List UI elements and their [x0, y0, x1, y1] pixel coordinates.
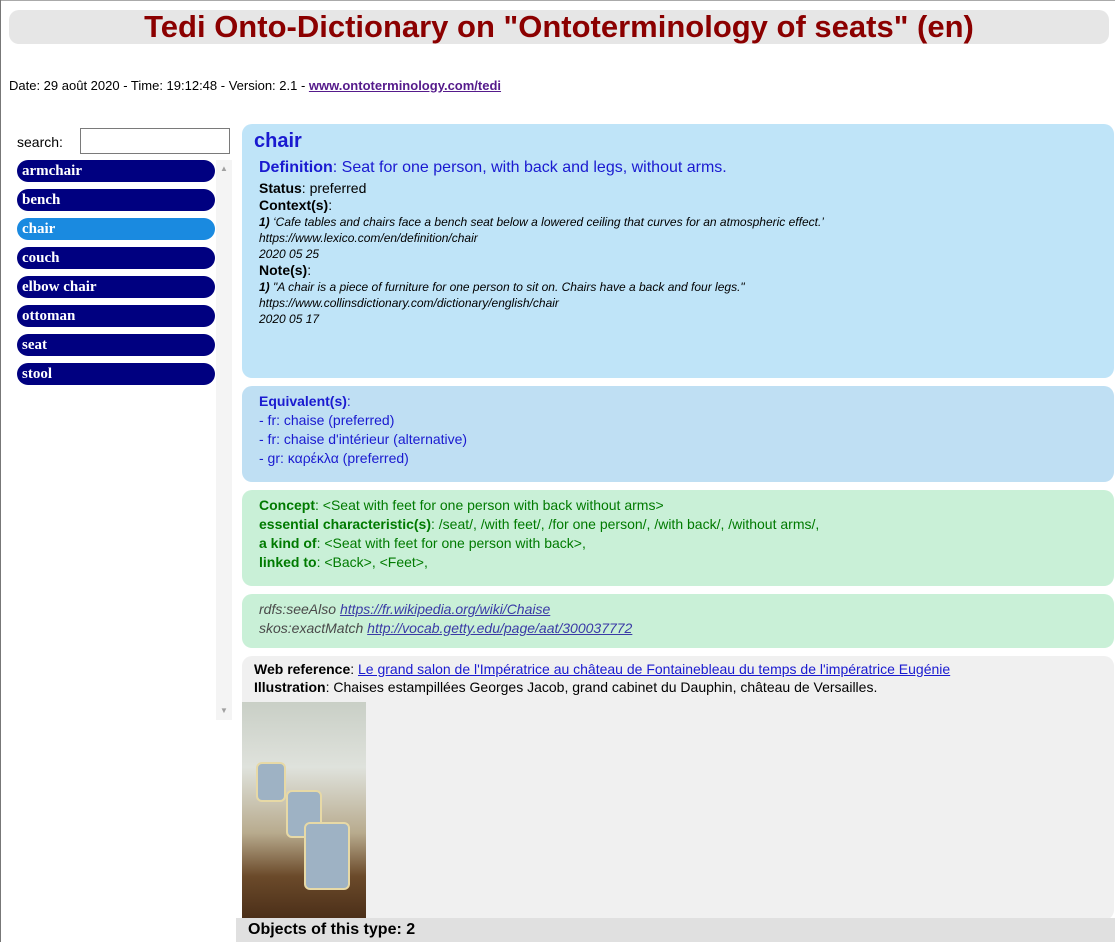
context-source: https://www.lexico.com/en/definition/cha…: [259, 231, 478, 245]
scroll-down-icon[interactable]: ▼: [220, 706, 228, 716]
search-input[interactable]: [80, 128, 230, 154]
term-heading: chair: [254, 130, 302, 152]
linked-to-row: linked to: <Back>, <Feet>,: [259, 553, 1102, 572]
definition-label: Definition: [259, 159, 333, 176]
context-item: 1) ‘Cafe tables and chairs face a bench …: [259, 214, 1102, 230]
term-item-couch[interactable]: couch: [17, 247, 215, 269]
kind-of-row: a kind of: <Seat with feet for one perso…: [259, 534, 1102, 553]
essential-row: essential characteristic(s): /seat/, /wi…: [259, 515, 1102, 534]
term-item-armchair[interactable]: armchair: [17, 160, 215, 182]
list-scrollbar[interactable]: ▲ ▼: [216, 160, 232, 720]
objects-count: Objects of this type: 2: [236, 918, 1115, 942]
definition: Definition: Seat for one person, with ba…: [259, 159, 1102, 177]
web-reference-row: Web reference: Le grand salon de l'Impér…: [254, 660, 1102, 678]
concept-value: : <Seat with feet for one person with ba…: [315, 497, 664, 513]
window-top-border: [0, 0, 1115, 1]
chair-picture-1: [256, 762, 286, 802]
kind-of-value: : <Seat with feet for one person with ba…: [316, 535, 586, 551]
note-text: "A chair is a piece of furniture for one…: [269, 280, 745, 294]
equivalents-colon: :: [346, 393, 351, 409]
chair-picture-3: [304, 822, 350, 890]
web-reference-label: Web reference: [254, 661, 351, 677]
web-reference-link[interactable]: Le grand salon de l'Impératrice au châte…: [358, 661, 950, 677]
status: Status: preferred: [259, 180, 1102, 197]
term-item-stool[interactable]: stool: [17, 363, 215, 385]
meta-text: Date: 29 août 2020 - Time: 19:12:48 - Ve…: [9, 78, 309, 93]
illustration-image: [242, 702, 366, 920]
context-text: ‘Cafe tables and chairs face a bench sea…: [269, 215, 824, 229]
exact-match-label: skos:exactMatch: [259, 620, 368, 636]
equivalent-item: - fr: chaise d'intérieur (alternative): [259, 431, 468, 447]
search-label: search:: [17, 134, 63, 150]
equivalent-item: - fr: chaise (preferred): [259, 412, 395, 428]
status-label: Status: [259, 180, 302, 196]
term-item-ottoman[interactable]: ottoman: [17, 305, 215, 327]
linked-to-value: : <Back>, <Feet>,: [316, 554, 428, 570]
scroll-up-icon[interactable]: ▲: [220, 164, 228, 174]
contexts-heading: Context(s):: [259, 197, 1102, 214]
contexts-colon: :: [328, 197, 333, 213]
concept-row: Concept: <Seat with feet for one person …: [259, 496, 1102, 515]
illustration-row: Illustration: Chaises estampillées Georg…: [254, 678, 1102, 696]
links-panel: rdfs:seeAlso https://fr.wikipedia.org/wi…: [242, 594, 1114, 648]
context-date: 2020 05 25: [259, 247, 320, 261]
contexts-label: Context(s): [259, 197, 329, 213]
illustration-label: Illustration: [254, 679, 326, 695]
reference-panel: Web reference: Le grand salon de l'Impér…: [242, 656, 1114, 920]
equivalents-panel: Equivalent(s): - fr: chaise (preferred) …: [242, 386, 1114, 482]
term-item-seat[interactable]: seat: [17, 334, 215, 356]
page-title: Tedi Onto-Dictionary on "Ontoterminology…: [9, 10, 1109, 44]
context-number: 1): [259, 215, 270, 229]
essential-label: essential characteristic(s): [259, 516, 431, 532]
exact-match-link[interactable]: http://vocab.getty.edu/page/aat/30003777…: [367, 620, 632, 636]
equivalent-item: - gr: καρέκλα (preferred): [259, 450, 409, 466]
concept-label: Concept: [259, 497, 315, 513]
linked-to-label: linked to: [259, 554, 317, 570]
status-value: : preferred: [301, 180, 367, 196]
exact-match-row: skos:exactMatch http://vocab.getty.edu/p…: [259, 619, 1102, 638]
window-left-border: [0, 0, 1, 942]
see-also-label: rdfs:seeAlso: [259, 601, 340, 617]
note-source: https://www.collinsdictionary.com/dictio…: [259, 296, 559, 310]
see-also-row: rdfs:seeAlso https://fr.wikipedia.org/wi…: [259, 600, 1102, 619]
concept-panel: Concept: <Seat with feet for one person …: [242, 490, 1114, 586]
see-also-link[interactable]: https://fr.wikipedia.org/wiki/Chaise: [340, 601, 550, 617]
meta-info: Date: 29 août 2020 - Time: 19:12:48 - Ve…: [9, 78, 501, 93]
essential-value: : /seat/, /with feet/, /for one person/,…: [430, 516, 820, 532]
note-item: 1) "A chair is a piece of furniture for …: [259, 279, 1102, 295]
definition-panel: chair Definition: Seat for one person, w…: [242, 124, 1114, 378]
site-link[interactable]: www.ontoterminology.com/tedi: [309, 78, 501, 93]
term-item-bench[interactable]: bench: [17, 189, 215, 211]
kind-of-label: a kind of: [259, 535, 317, 551]
web-reference-colon: :: [350, 661, 359, 677]
note-date: 2020 05 17: [259, 312, 320, 326]
notes-heading: Note(s):: [259, 262, 1102, 279]
notes-colon: :: [307, 262, 312, 278]
note-number: 1): [259, 280, 270, 294]
equivalents-label: Equivalent(s): [259, 393, 347, 409]
definition-text: : Seat for one person, with back and leg…: [332, 159, 727, 176]
term-list[interactable]: armchair bench chair couch elbow chair o…: [17, 160, 232, 720]
term-item-elbow-chair[interactable]: elbow chair: [17, 276, 215, 298]
illustration-text: : Chaises estampillées Georges Jacob, gr…: [325, 679, 878, 695]
equivalents-heading: Equivalent(s):: [259, 392, 1102, 411]
notes-label: Note(s): [259, 262, 308, 278]
entry-content: chair Definition: Seat for one person, w…: [242, 124, 1114, 920]
term-item-chair[interactable]: chair: [17, 218, 215, 240]
